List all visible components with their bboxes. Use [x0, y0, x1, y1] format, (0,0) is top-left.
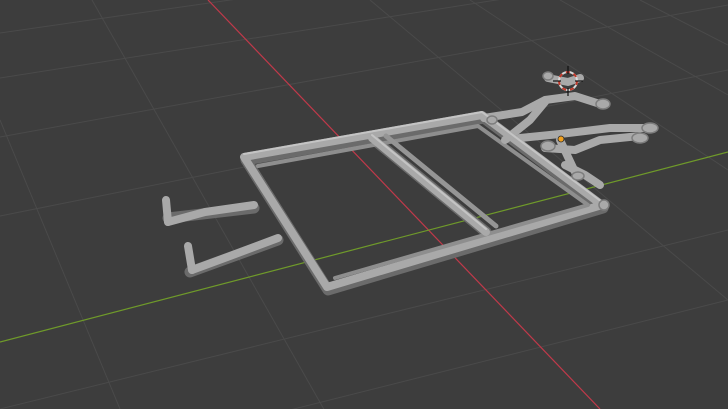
- grid-line: [91, 0, 325, 409]
- grid-line: [639, 0, 728, 46]
- grid-line: [0, 0, 234, 34]
- 3d-viewport[interactable]: [0, 0, 728, 409]
- grid-line: [0, 4, 728, 138]
- grid-line: [0, 0, 500, 79]
- floor-grid: [0, 0, 728, 409]
- viewport-canvas[interactable]: [0, 0, 728, 409]
- tube-frame-chassis[interactable]: [162, 71, 659, 296]
- grid-line: [291, 299, 728, 409]
- grid-line: [0, 119, 121, 409]
- grid-line: [559, 0, 728, 96]
- y-axis-line: [0, 151, 728, 343]
- object-origin-point: [557, 135, 565, 143]
- x-axis-line: [207, 0, 601, 409]
